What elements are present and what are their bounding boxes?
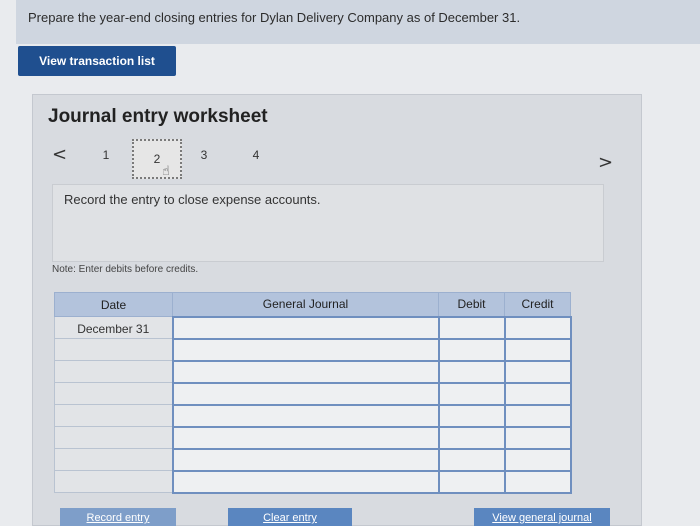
account-input[interactable] xyxy=(171,447,440,472)
date-cell xyxy=(54,426,173,449)
hand-cursor-icon: ☝ xyxy=(162,164,170,179)
credit-input[interactable] xyxy=(503,359,572,384)
account-input[interactable] xyxy=(171,425,440,450)
debit-input[interactable] xyxy=(437,315,506,340)
general-journal-header: General Journal xyxy=(172,292,439,317)
table-row xyxy=(54,447,572,472)
debit-input[interactable] xyxy=(437,337,506,362)
date-cell xyxy=(54,338,173,361)
debit-input[interactable] xyxy=(437,359,506,384)
date-cell xyxy=(54,382,173,405)
date-cell xyxy=(54,448,173,471)
debit-input[interactable] xyxy=(437,425,506,450)
account-input[interactable] xyxy=(171,381,440,406)
prompt-text: Prepare the year-end closing entries for… xyxy=(28,10,521,25)
clear-entry-button[interactable]: Clear entry xyxy=(228,508,352,526)
credit-input[interactable] xyxy=(503,425,572,450)
date-header: Date xyxy=(54,292,173,317)
account-input[interactable] xyxy=(171,359,440,384)
account-input[interactable] xyxy=(171,315,440,340)
date-cell: December 31 xyxy=(54,316,173,339)
credit-input[interactable] xyxy=(503,403,572,428)
account-input[interactable] xyxy=(171,469,440,494)
debit-header: Debit xyxy=(438,292,505,317)
table-row xyxy=(54,359,572,384)
worksheet-title: Journal entry worksheet xyxy=(48,106,268,127)
table-row xyxy=(54,425,572,450)
date-cell xyxy=(54,360,173,383)
view-transaction-list-button[interactable]: View transaction list xyxy=(18,46,176,76)
chevron-left-icon[interactable]: < xyxy=(52,144,67,165)
debit-input[interactable] xyxy=(437,447,506,472)
table-row xyxy=(54,381,572,406)
credit-input[interactable] xyxy=(503,381,572,406)
journal-table: Date General Journal Debit Credit Decemb… xyxy=(54,292,572,494)
step-3-tab[interactable]: 3 xyxy=(196,146,212,164)
table-header-row: Date General Journal Debit Credit xyxy=(54,292,571,317)
credit-input[interactable] xyxy=(503,447,572,472)
instruction-text: Record the entry to close expense accoun… xyxy=(64,192,321,207)
credit-input[interactable] xyxy=(503,337,572,362)
step-4-tab[interactable]: 4 xyxy=(248,146,264,164)
credit-input[interactable] xyxy=(503,315,572,340)
account-input[interactable] xyxy=(171,337,440,362)
table-row xyxy=(54,469,572,494)
step-1-tab[interactable]: 1 xyxy=(98,146,114,164)
view-general-journal-button[interactable]: View general journal xyxy=(474,508,610,526)
date-cell xyxy=(54,470,173,493)
debit-input[interactable] xyxy=(437,381,506,406)
debits-note: Note: Enter debits before credits. xyxy=(52,264,199,275)
debit-input[interactable] xyxy=(437,403,506,428)
table-row: December 31 xyxy=(54,315,572,340)
chevron-right-icon[interactable]: > xyxy=(598,152,613,173)
credit-header: Credit xyxy=(504,292,571,317)
date-cell xyxy=(54,404,173,427)
credit-input[interactable] xyxy=(503,469,572,494)
record-entry-button[interactable]: Record entry xyxy=(60,508,176,526)
account-input[interactable] xyxy=(171,403,440,428)
debit-input[interactable] xyxy=(437,469,506,494)
table-row xyxy=(54,403,572,428)
step-2-tab[interactable]: 2 xyxy=(132,139,182,179)
table-row xyxy=(54,337,572,362)
